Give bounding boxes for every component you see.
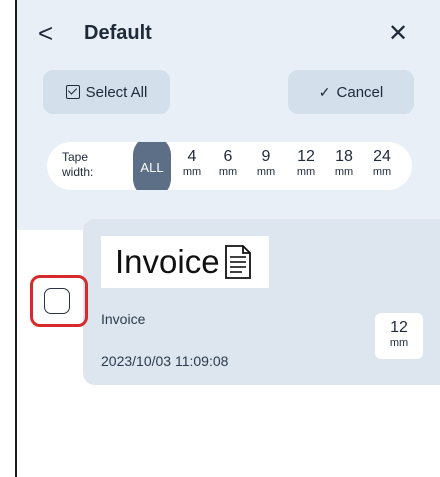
cancel-button[interactable]: ✓ Cancel	[288, 70, 414, 114]
tape-option-6mm[interactable]: 6 mm	[213, 148, 243, 179]
label-preview[interactable]: Invoice	[101, 236, 269, 288]
tape-size-value: 12	[390, 319, 408, 336]
tape-option-unit: mm	[296, 166, 316, 178]
cancel-label: Cancel	[336, 83, 384, 101]
tape-label-line1: Tape	[62, 150, 89, 164]
tape-option-value: 24	[373, 148, 391, 165]
tape-option-unit: mm	[256, 166, 276, 178]
tape-option-value: 6	[223, 148, 233, 165]
tape-option-4mm[interactable]: 4 mm	[177, 148, 207, 179]
select-all-label: Select All	[85, 83, 148, 101]
tape-option-24mm[interactable]: 24 mm	[367, 148, 397, 179]
tape-option-value: 18	[335, 148, 353, 165]
tape-option-value: 12	[297, 148, 315, 165]
tape-option-9mm[interactable]: 9 mm	[251, 148, 281, 179]
check-icon: ✓	[318, 83, 331, 100]
tape-option-unit: mm	[334, 166, 354, 178]
tape-option-value: 9	[261, 148, 271, 165]
tape-size-badge: 12 mm	[375, 313, 423, 359]
tape-option-18mm[interactable]: 18 mm	[329, 148, 359, 179]
tape-option-12mm[interactable]: 12 mm	[291, 148, 321, 179]
header-bar	[17, 0, 440, 70]
select-all-button[interactable]: Select All	[43, 70, 170, 114]
tape-size-unit: mm	[389, 337, 409, 349]
label-date: 2023/10/03 11:09:08	[101, 353, 229, 369]
back-icon[interactable]: <	[38, 18, 64, 48]
page-title: Default	[84, 22, 152, 44]
label-name: Invoice	[101, 311, 146, 327]
tape-option-unit: mm	[372, 166, 392, 178]
tape-option-unit: mm	[218, 166, 238, 178]
item-checkbox[interactable]	[44, 288, 70, 314]
tape-width-label: Tape width:	[62, 150, 93, 180]
tape-width-filter: Tape width: ALL 4 mm 6 mm 9 mm 12 mm 18 …	[47, 142, 412, 190]
document-icon	[224, 244, 252, 280]
label-preview-text: Invoice	[115, 243, 220, 280]
close-icon[interactable]: ✕	[388, 20, 408, 48]
tape-option-value: 4	[187, 148, 197, 165]
checkbox-icon	[65, 85, 80, 99]
tape-option-unit: mm	[182, 166, 202, 178]
tape-label-line2: width:	[62, 165, 94, 179]
tape-option-all[interactable]: ALL	[133, 142, 171, 190]
